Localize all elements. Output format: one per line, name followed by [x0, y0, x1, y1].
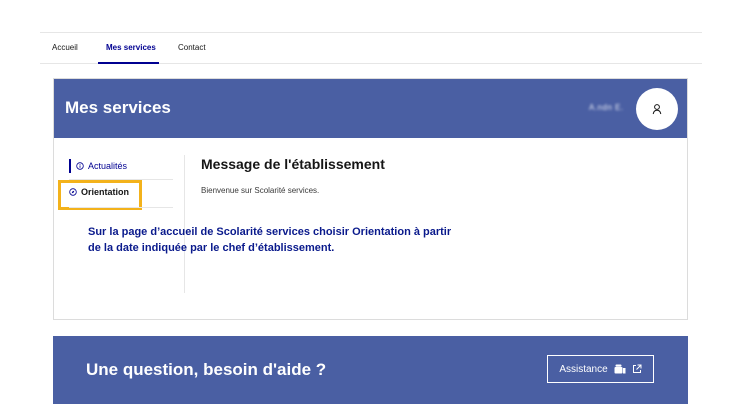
instruction-annotation: Sur la page d’accueil de Scolarité servi… — [88, 224, 518, 256]
annotation-line: de la date indiquée par le chef d’établi… — [88, 242, 335, 254]
info-circle-icon — [76, 162, 84, 170]
services-title: Mes services — [65, 98, 171, 117]
annotation-line: Sur la page d’accueil de Scolarité servi… — [88, 226, 452, 238]
help-title: Une question, besoin d'aide ? — [86, 360, 327, 379]
message-text: Bienvenue sur Scolarité services. — [201, 186, 320, 195]
external-link-icon — [632, 364, 642, 373]
assistance-label: Assistance — [559, 363, 608, 375]
orientation-highlight-box — [58, 180, 142, 210]
user-avatar-button[interactable] — [636, 88, 678, 130]
phone-icon — [614, 364, 626, 374]
nav-item-contact[interactable]: Contact — [178, 43, 206, 52]
sidebar-item-label: Actualités — [88, 161, 128, 171]
services-card: Mes services A.ndn E. Actualités Orienta… — [53, 78, 688, 320]
nav-item-accueil[interactable]: Accueil — [52, 43, 78, 52]
top-navigation: Accueil Mes services Contact — [40, 32, 702, 64]
user-name: A.ndn E. — [589, 103, 624, 112]
help-banner: Une question, besoin d'aide ? Assistance — [53, 336, 688, 404]
sidebar-item-actualites[interactable]: Actualités — [76, 161, 127, 171]
user-icon — [652, 104, 662, 115]
nav-active-indicator — [98, 62, 159, 64]
services-header: Mes services A.ndn E. — [54, 79, 687, 138]
message-title: Message de l'établissement — [201, 156, 385, 172]
sidebar-divider — [69, 207, 173, 208]
nav-item-mes-services[interactable]: Mes services — [106, 43, 156, 52]
active-side-indicator — [69, 159, 71, 173]
assistance-button[interactable]: Assistance — [547, 355, 654, 383]
